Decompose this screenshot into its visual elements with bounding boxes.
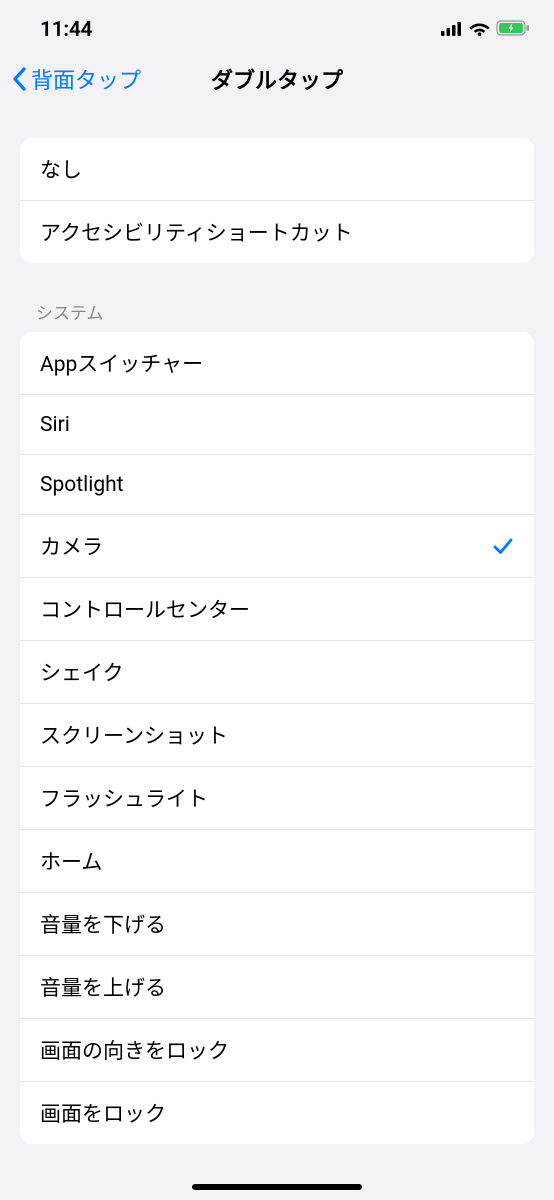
cellular-icon [441, 21, 463, 40]
option-row-app-switcher[interactable]: Appスイッチャー [20, 332, 534, 395]
option-label: Spotlight [40, 473, 124, 497]
back-button[interactable]: 背面タップ [12, 63, 141, 95]
option-label: コントロールセンター [40, 594, 250, 624]
option-row-none[interactable]: なし [20, 138, 534, 201]
option-label: シェイク [40, 657, 124, 687]
option-label: ホーム [40, 846, 102, 876]
option-row-accessibility-shortcut[interactable]: アクセシビリティショートカット [20, 201, 534, 263]
battery-charging-icon [496, 20, 530, 40]
option-label: アクセシビリティショートカット [40, 217, 353, 247]
option-row-home[interactable]: ホーム [20, 830, 534, 893]
home-indicator[interactable] [192, 1184, 362, 1190]
status-icons [441, 20, 530, 40]
option-label: 音量を下げる [40, 909, 166, 939]
option-label: 画面をロック [40, 1098, 166, 1128]
option-label: フラッシュライト [40, 783, 208, 813]
option-row-rotation-lock[interactable]: 画面の向きをロック [20, 1019, 534, 1082]
option-row-screenshot[interactable]: スクリーンショット [20, 704, 534, 767]
content: なし アクセシビリティショートカット システム Appスイッチャー Siri S… [0, 110, 554, 1144]
option-row-camera[interactable]: カメラ [20, 515, 534, 578]
option-row-volume-up[interactable]: 音量を上げる [20, 956, 534, 1019]
option-row-volume-down[interactable]: 音量を下げる [20, 893, 534, 956]
status-time: 11:44 [40, 18, 92, 42]
option-row-spotlight[interactable]: Spotlight [20, 455, 534, 515]
chevron-left-icon [12, 67, 27, 91]
option-row-control-center[interactable]: コントロールセンター [20, 578, 534, 641]
option-row-shake[interactable]: シェイク [20, 641, 534, 704]
option-label: カメラ [40, 531, 103, 561]
option-group-system: Appスイッチャー Siri Spotlight カメラ コントロールセンター … [20, 332, 534, 1144]
option-label: 画面の向きをロック [40, 1035, 229, 1065]
option-row-screen-lock[interactable]: 画面をロック [20, 1082, 534, 1144]
back-label: 背面タップ [31, 63, 141, 95]
status-bar: 11:44 [0, 0, 554, 54]
option-label: 音量を上げる [40, 972, 166, 1002]
section-header-system: システム [0, 299, 554, 332]
option-row-flashlight[interactable]: フラッシュライト [20, 767, 534, 830]
option-label: スクリーンショット [40, 720, 228, 750]
option-label: なし [40, 154, 82, 184]
checkmark-icon [492, 535, 514, 557]
option-label: Appスイッチャー [40, 348, 203, 378]
option-group-general: なし アクセシビリティショートカット [20, 138, 534, 263]
nav-bar: 背面タップ ダブルタップ [0, 54, 554, 110]
option-label: Siri [40, 413, 70, 437]
option-row-siri[interactable]: Siri [20, 395, 534, 455]
wifi-icon [469, 21, 490, 40]
